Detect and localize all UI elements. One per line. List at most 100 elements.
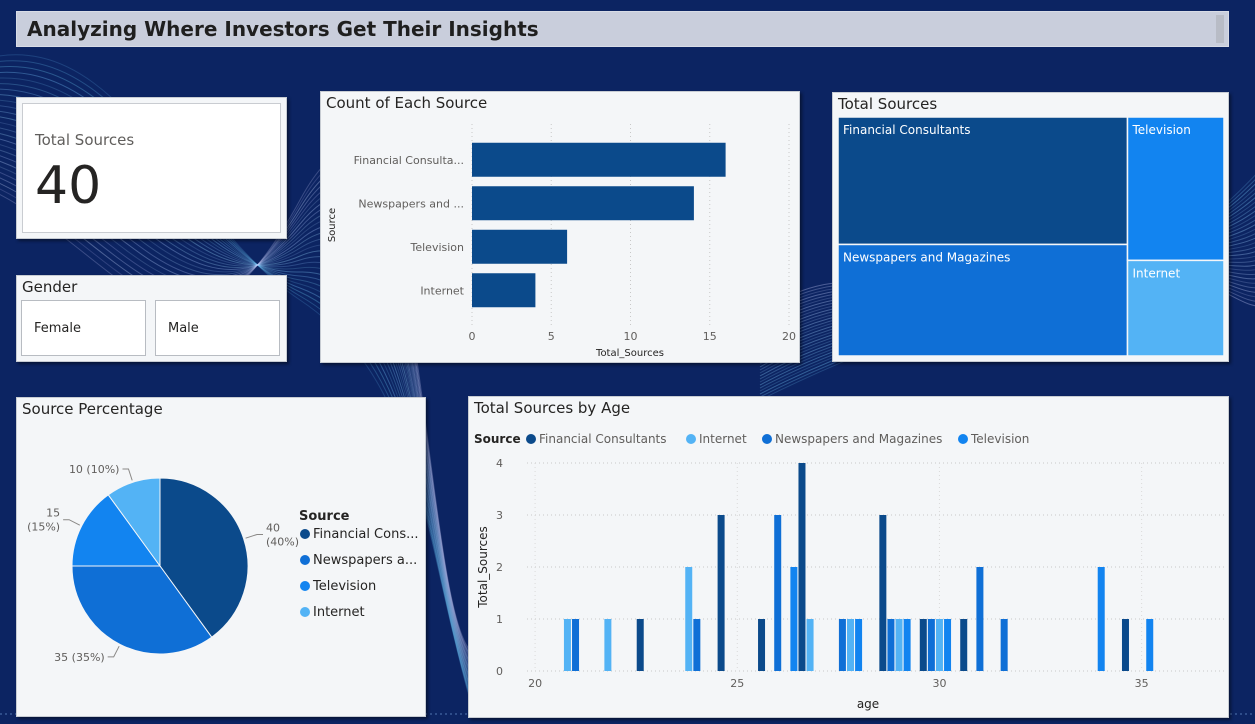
y-tick-label: 0 (496, 665, 503, 678)
slicer-option-female[interactable]: Female (21, 300, 146, 356)
bar[interactable] (472, 273, 536, 308)
legend-marker (686, 434, 696, 444)
bar[interactable] (472, 186, 694, 221)
slicer-option-male[interactable]: Male (155, 300, 280, 356)
pie-legend-item[interactable]: Newspapers a... (313, 553, 417, 568)
y-tick-label: Internet (420, 284, 464, 297)
column-bar[interactable] (1146, 619, 1154, 671)
pie-data-label: 15 (46, 507, 60, 520)
column-bar[interactable] (1097, 567, 1105, 671)
legend-marker (526, 434, 536, 444)
total-sources-card[interactable]: Total Sources 40 (16, 97, 287, 239)
x-tick-label: 35 (1135, 677, 1149, 690)
bar-chart-plot: 0 5 10 15 20 Financial Consulta... Newspapers … (327, 124, 796, 359)
card-label: Total Sources (35, 131, 135, 149)
pie-chart-plot: 40(40%) 35 (35%) 15(15%) 10 (10%) Source Fina… (27, 463, 419, 664)
column-bar[interactable] (636, 619, 644, 671)
column-bar[interactable] (758, 619, 766, 671)
pie-legend-item[interactable]: Internet (313, 605, 365, 620)
title-scrollbar[interactable] (1216, 15, 1224, 43)
slicer-option-label: Female (34, 321, 82, 336)
column-bar[interactable] (563, 619, 571, 671)
column-bar[interactable] (919, 619, 927, 671)
y-tick-label: Financial Consulta... (354, 154, 464, 167)
treemap-tile-label: Financial Consultants (843, 123, 971, 137)
treemap-tile[interactable] (1126, 116, 1225, 262)
x-axis-title: Total_Sources (595, 348, 664, 359)
total-sources-treemap[interactable]: Total Sources Financial Consultants Newsp… (832, 92, 1229, 362)
column-legend-item[interactable]: Television (970, 432, 1029, 446)
column-bar[interactable] (895, 619, 903, 671)
column-bar[interactable] (903, 619, 911, 671)
pie-data-label: 35 (35%) (54, 651, 105, 664)
y-axis-title: Source (327, 208, 338, 242)
pie-legend-item[interactable]: Financial Cons... (313, 527, 419, 542)
pie-data-label: (40%) (266, 535, 299, 548)
legend-marker (300, 607, 310, 617)
column-legend-item[interactable]: Newspapers and Magazines (775, 432, 942, 446)
x-tick-label: 30 (932, 677, 946, 690)
column-bar[interactable] (944, 619, 952, 671)
column-bar[interactable] (790, 567, 798, 671)
bar[interactable] (472, 142, 726, 177)
card-value: 40 (35, 156, 102, 216)
count-of-each-source-chart[interactable]: Count of Each Source 0 5 10 15 20 Financial C… (320, 91, 800, 363)
treemap-plot: Financial Consultants Newspapers and Maga… (837, 116, 1225, 357)
column-bar[interactable] (960, 619, 968, 671)
treemap-tile-label: Newspapers and Magazines (843, 250, 1010, 264)
column-bar[interactable] (887, 619, 895, 671)
treemap-tile-label: Television (1132, 123, 1191, 137)
pie-legend-title: Source (299, 509, 350, 524)
column-bar[interactable] (604, 619, 612, 671)
legend-marker (300, 529, 310, 539)
column-bar[interactable] (685, 567, 693, 671)
pie-leader-line (122, 468, 133, 481)
total-sources-by-age-chart[interactable]: Total Sources by Age 0 1 2 3 4 20 25 30 35 age Tot… (468, 396, 1229, 718)
legend-marker (762, 434, 772, 444)
gender-slicer-title: Gender (22, 278, 78, 296)
column-bar[interactable] (879, 515, 887, 671)
column-legend-item[interactable]: Internet (699, 432, 747, 446)
y-tick-label: Newspapers and ... (358, 197, 464, 210)
column-bar[interactable] (838, 619, 846, 671)
pie-data-label: (15%) (27, 521, 60, 534)
y-tick-label: Television (410, 241, 465, 254)
y-tick-label: 3 (496, 509, 503, 522)
column-bar[interactable] (855, 619, 863, 671)
column-bar[interactable] (693, 619, 701, 671)
column-bar[interactable] (976, 567, 984, 671)
slicer-option-label: Male (168, 321, 199, 336)
pie-data-label: 10 (10%) (69, 463, 120, 476)
x-tick-label: 25 (730, 677, 744, 690)
column-bar[interactable] (774, 515, 782, 671)
y-tick-label: 4 (496, 457, 503, 470)
pie-leader-line (63, 519, 81, 526)
dashboard-title-bar: Analyzing Where Investors Get Their Insi… (16, 11, 1229, 47)
source-percentage-chart[interactable]: Source Percentage 40 (40%) 35 (35%) 15 (15%)… (16, 397, 426, 717)
pie-legend-item[interactable]: Television (312, 579, 376, 594)
column-bar[interactable] (927, 619, 935, 671)
x-tick-label: 10 (624, 330, 638, 343)
column-bar[interactable] (798, 463, 806, 671)
column-chart-plot: 0 1 2 3 4 20 25 30 35 age Total_Sources Source Finan… (474, 432, 1224, 711)
column-bar[interactable] (806, 619, 814, 671)
x-tick-label: 15 (703, 330, 717, 343)
column-bar[interactable] (1000, 619, 1008, 671)
x-tick-label: 20 (782, 330, 796, 343)
column-legend-title: Source (474, 432, 521, 446)
legend-marker (300, 581, 310, 591)
column-bar[interactable] (935, 619, 943, 671)
pie-leader-line (245, 533, 264, 539)
column-bar[interactable] (717, 515, 725, 671)
column-bar[interactable] (1121, 619, 1129, 671)
x-tick-label: 20 (528, 677, 542, 690)
x-tick-label: 0 (469, 330, 476, 343)
column-legend-item[interactable]: Financial Consultants (539, 432, 667, 446)
column-bar[interactable] (572, 619, 580, 671)
card-inner: Total Sources 40 (22, 103, 281, 233)
pie-data-label: 40 (266, 521, 280, 534)
column-bar[interactable] (847, 619, 854, 671)
bar[interactable] (472, 229, 568, 264)
y-tick-label: 2 (496, 561, 503, 574)
legend-marker (958, 434, 968, 444)
